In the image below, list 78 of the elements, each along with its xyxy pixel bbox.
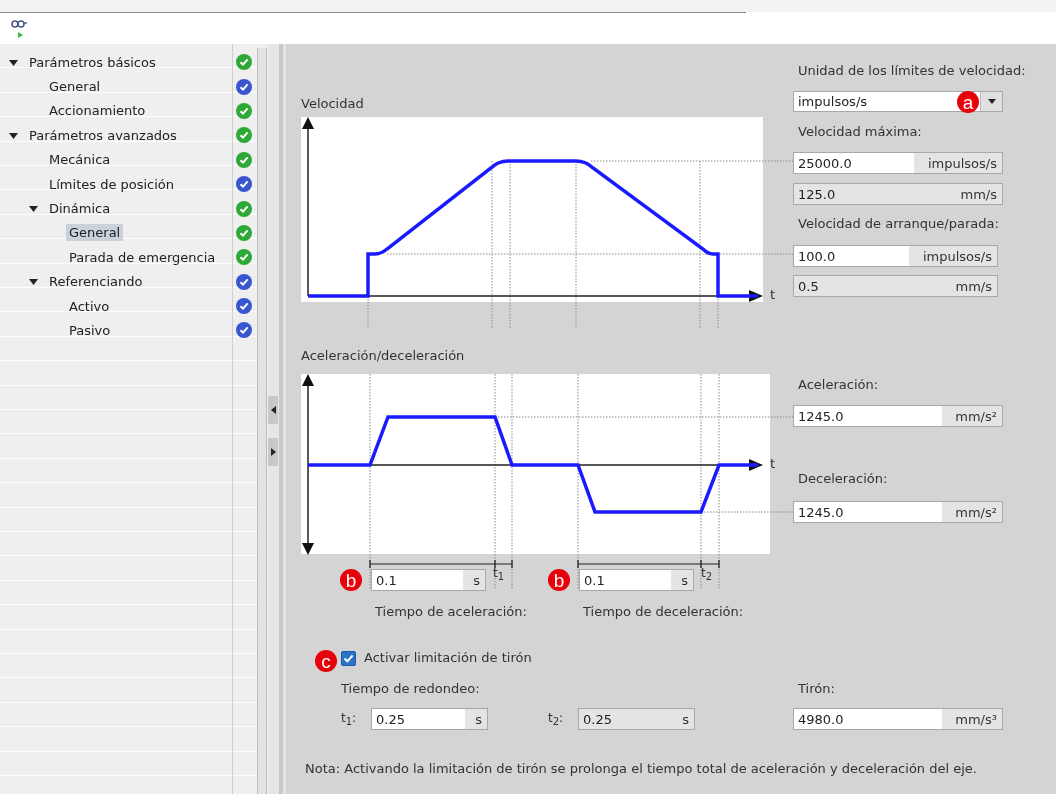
expand-button[interactable] — [268, 438, 278, 466]
unit-label: s — [671, 570, 693, 590]
field-label: Velocidad máxima: — [798, 124, 922, 139]
field-label: Tirón: — [798, 681, 835, 696]
chart-title: Velocidad — [301, 96, 364, 111]
field-label: Tiempo de aceleración: — [375, 604, 527, 619]
tree-item[interactable]: Mecánica — [46, 151, 114, 169]
field-value: 0.1 — [375, 571, 398, 590]
caret-icon — [987, 99, 996, 104]
expanded-arrow-icon[interactable] — [29, 277, 38, 287]
tree-item[interactable]: Parámetros avanzados — [26, 126, 180, 144]
field-value: 1245.0 — [797, 503, 845, 522]
field-label: t$_{2}$: — [548, 711, 564, 728]
unit-label: impulsos/s — [914, 153, 1002, 173]
unit-label: mm/s² — [942, 502, 1002, 522]
tree-item[interactable]: Activo — [66, 297, 113, 315]
collapse-button[interactable] — [268, 396, 278, 424]
tree-item[interactable]: Referenciando — [46, 273, 146, 291]
input-field[interactable]: 1245.0 mm/s² — [793, 501, 1003, 523]
tree-item[interactable]: Accionamiento — [46, 102, 149, 120]
input-field[interactable]: 25000.0 impulsos/s — [793, 152, 1003, 174]
field-label: Aceleración: — [798, 377, 879, 392]
field-value: 0.1 — [583, 571, 606, 590]
field-value: 100.0 — [797, 247, 837, 266]
unit-label: s — [681, 710, 690, 729]
field-value: 25000.0 — [797, 154, 853, 173]
field-value: 125.0 — [797, 185, 837, 204]
input-field[interactable]: 0.1 s — [579, 569, 694, 591]
callout-badge: c — [315, 650, 337, 672]
field-label: Deceleración: — [798, 471, 888, 486]
scrollbar[interactable] — [257, 48, 267, 794]
tree-item[interactable]: Parámetros básicos — [26, 53, 159, 71]
field-value: 0.25 — [375, 710, 406, 729]
field-label: Velocidad de arranque/parada: — [798, 216, 999, 231]
dropdown-button[interactable] — [980, 92, 1002, 111]
expanded-arrow-icon[interactable] — [9, 57, 18, 67]
chart-title: Aceleración/deceleración — [301, 348, 465, 363]
field-label: Tiempo de deceleración: — [583, 604, 744, 619]
tree-item[interactable]: Dinámica — [46, 200, 114, 218]
unit-label: impulsos/s — [909, 246, 997, 266]
unit-label: mm/s² — [942, 406, 1002, 426]
field-value: 0.5 — [797, 277, 820, 296]
tree-item[interactable]: Pasivo — [66, 322, 114, 339]
dropdown-value: impulsos/s — [797, 93, 868, 111]
input-field[interactable]: 1245.0 mm/s² — [793, 405, 1003, 427]
field-value: 4980.0 — [797, 710, 845, 729]
expanded-arrow-icon[interactable] — [29, 204, 38, 214]
tree-item[interactable]: Parada de emergencia — [66, 248, 219, 266]
callout-badge: b — [548, 569, 570, 591]
input-field[interactable]: 0.1 s — [371, 569, 486, 591]
field-label: Tiempo de redondeo: — [341, 681, 480, 696]
axis-label: t — [770, 287, 776, 302]
right-arrow-icon — [270, 448, 276, 456]
unit-label: s — [463, 570, 485, 590]
input-field[interactable]: 100.0 impulsos/s — [793, 245, 998, 267]
expanded-arrow-icon[interactable] — [9, 130, 18, 140]
note-text: Nota: Activando la limitación de tirón se prolonga el tiempo total de aceleración y deceleración del eje. — [305, 761, 977, 776]
checkbox-label: Activar limitación de tirón — [364, 650, 532, 665]
input-field[interactable]: 0.25 s — [371, 708, 488, 730]
tree-item[interactable]: General — [46, 78, 104, 96]
unit-label: s — [465, 709, 487, 729]
axis-label: t — [770, 456, 776, 471]
callout-badge: b — [340, 569, 362, 591]
interval-label: t$_{2}$ — [701, 566, 713, 583]
unit-label: mm/s³ — [942, 709, 1002, 729]
field-label: t$_{1}$: — [341, 711, 357, 728]
tree-item[interactable]: General — [66, 224, 124, 242]
field-label: Unidad de los límites de velocidad: — [798, 63, 1026, 78]
interval-label: t$_{1}$ — [493, 566, 505, 583]
field-value: 1245.0 — [797, 407, 845, 426]
checkbox[interactable] — [341, 651, 356, 666]
field-value: 0.25 — [582, 710, 613, 729]
left-arrow-icon — [270, 406, 276, 414]
unit-label: mm/s — [954, 277, 993, 296]
glasses-play-icon[interactable] — [11, 20, 27, 40]
tree-item[interactable]: Límites de posición — [46, 175, 178, 193]
unit-label: mm/s — [959, 185, 998, 204]
input-field[interactable]: 4980.0 mm/s³ — [793, 708, 1003, 730]
